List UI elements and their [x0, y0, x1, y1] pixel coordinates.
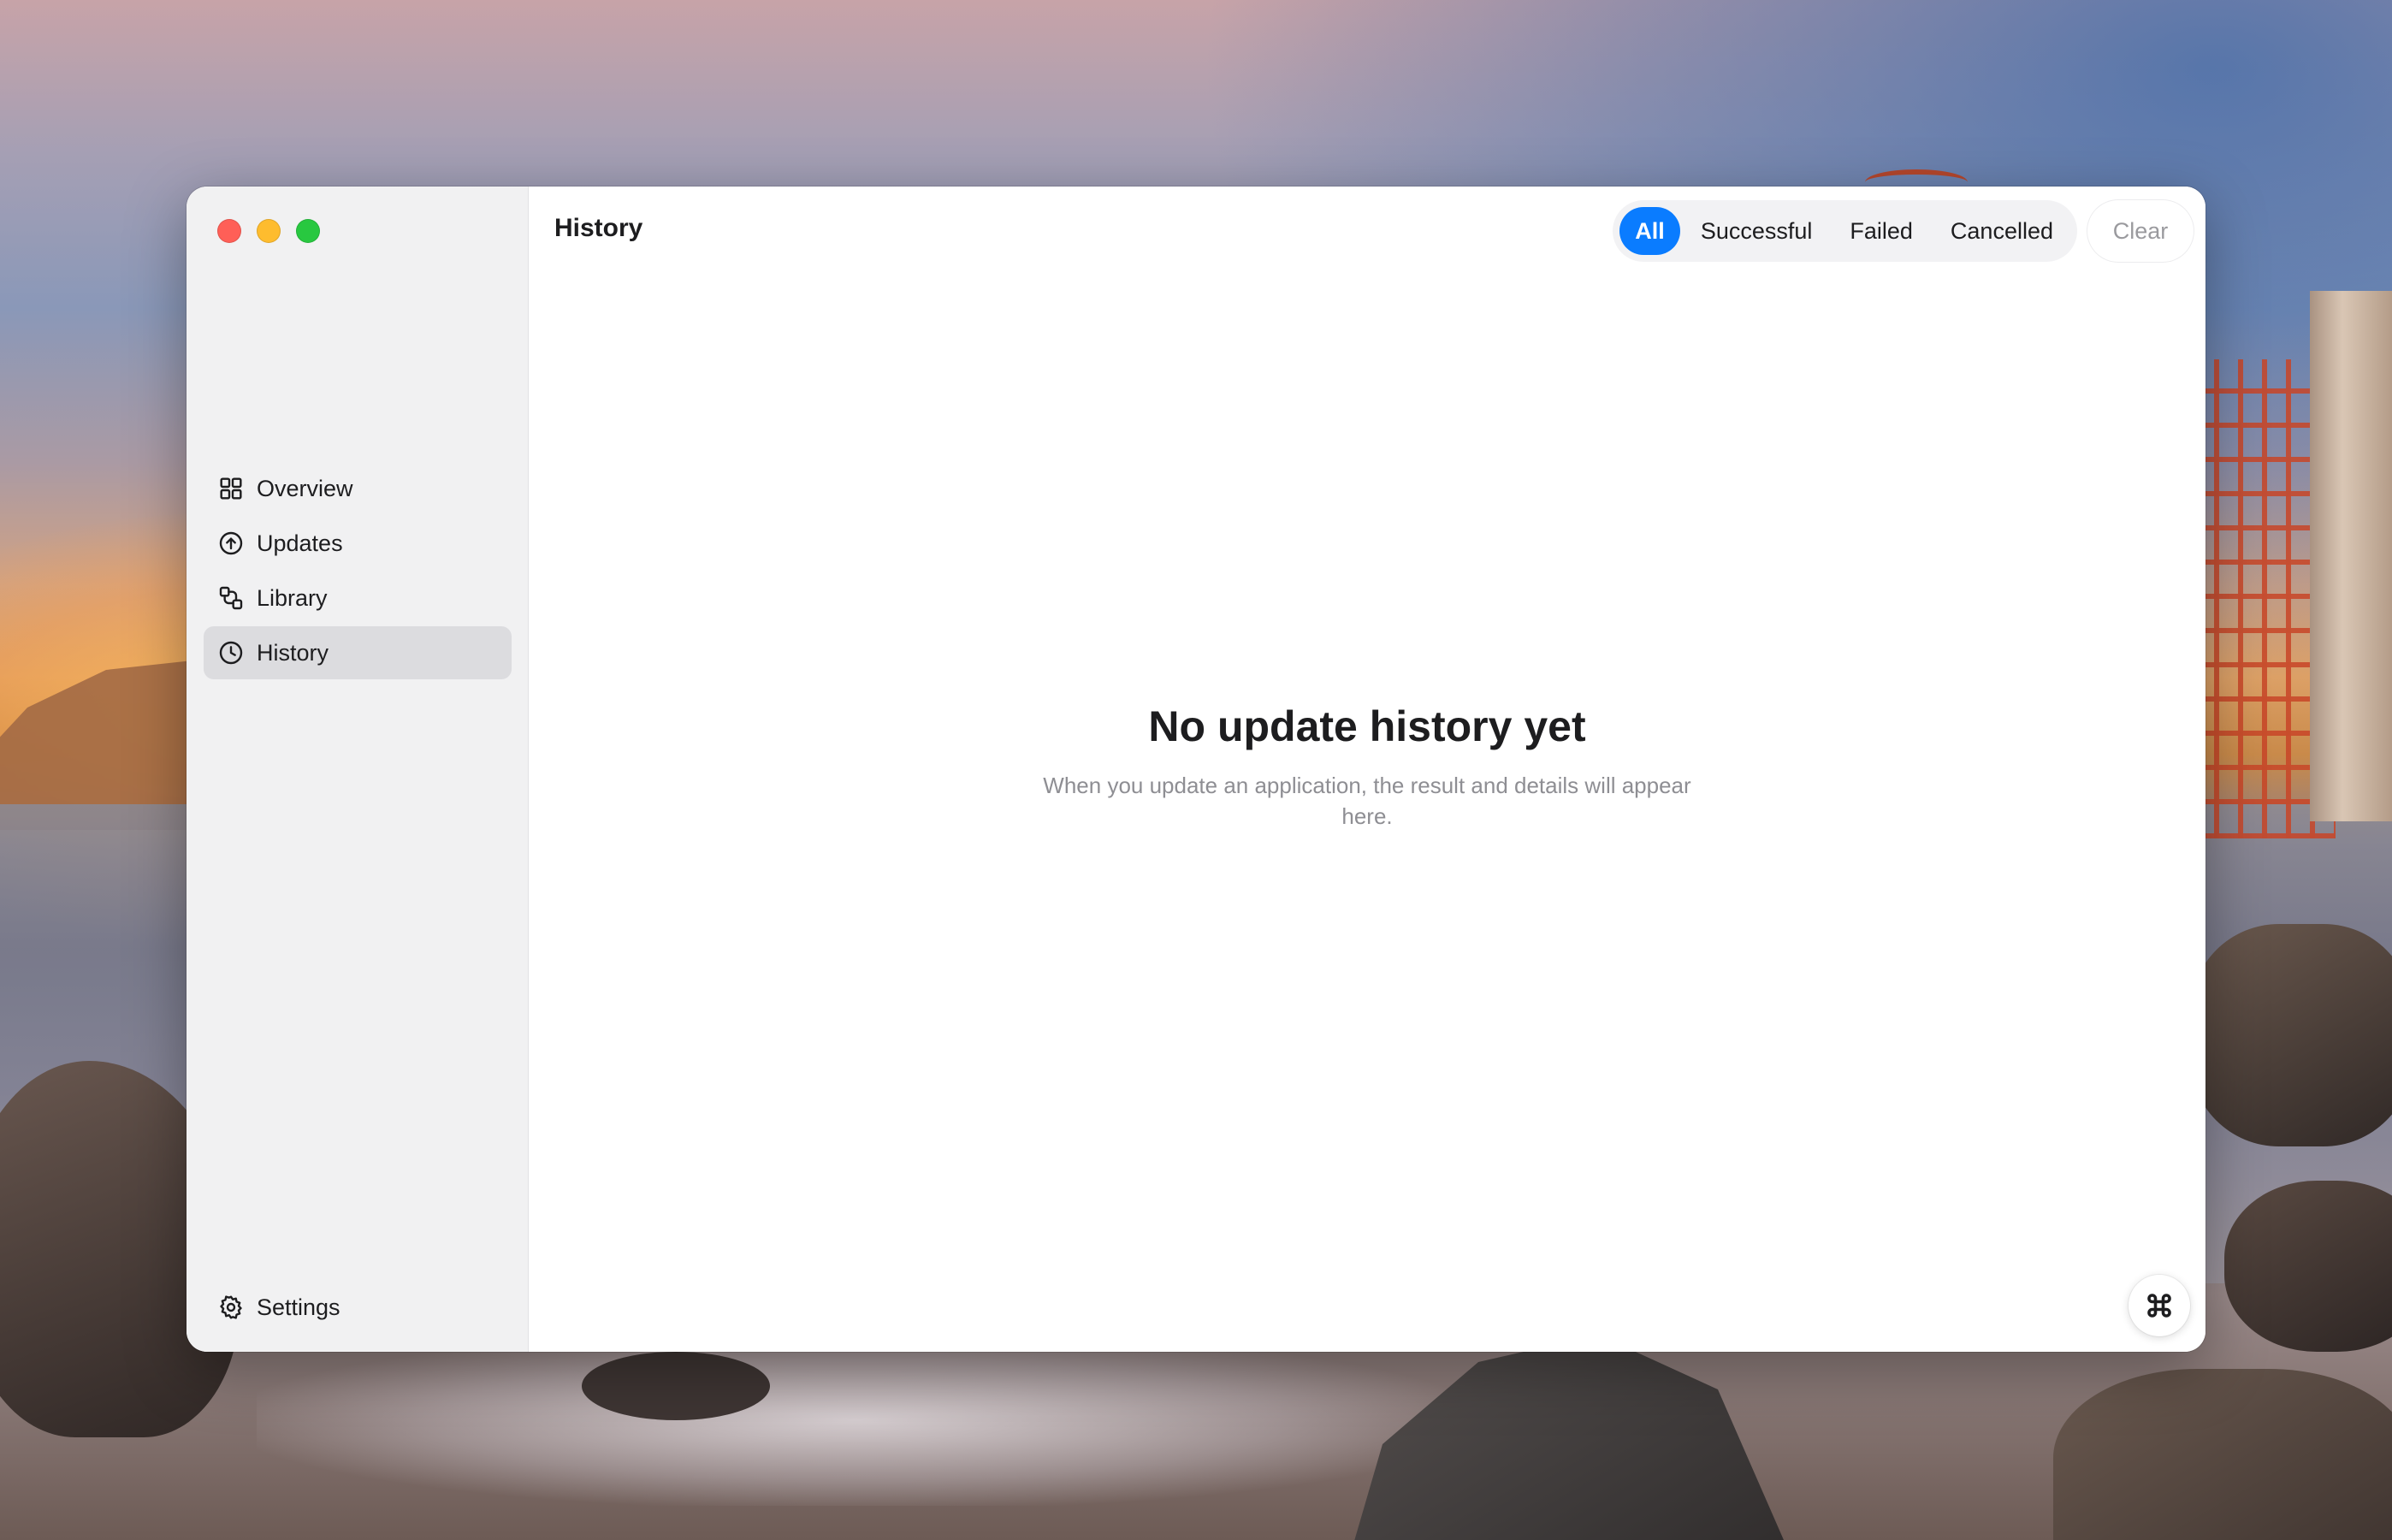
gear-icon: [217, 1294, 245, 1321]
empty-state: No update history yet When you update an…: [529, 702, 2205, 832]
clock-icon: [217, 639, 245, 666]
sidebar-item-label: Updates: [257, 530, 343, 556]
arrow-up-circle-icon: [217, 530, 245, 557]
grid-icon: [217, 475, 245, 502]
window-controls: [217, 219, 320, 243]
close-window-button[interactable]: [217, 219, 241, 243]
empty-state-subtitle: When you update an application, the resu…: [1043, 773, 1691, 829]
page-title: History: [554, 214, 643, 242]
filter-cancelled-button[interactable]: Cancelled: [1933, 207, 2070, 255]
filter-all-button[interactable]: All: [1619, 207, 1680, 255]
sidebar-item-history[interactable]: History: [204, 626, 512, 679]
sidebar-item-label: Overview: [257, 475, 353, 501]
sidebar-item-library[interactable]: Library: [204, 572, 512, 625]
clear-history-button[interactable]: Clear: [2087, 200, 2194, 262]
sidebar-item-label: Library: [257, 584, 328, 611]
library-icon: [217, 584, 245, 612]
minimize-window-button[interactable]: [257, 219, 281, 243]
filter-failed-button[interactable]: Failed: [1832, 207, 1930, 255]
zoom-window-button[interactable]: [296, 219, 320, 243]
empty-state-title: No update history yet: [1148, 702, 1586, 750]
sidebar-nav: Overview Updates Library History: [204, 462, 512, 681]
command-button[interactable]: [2129, 1275, 2190, 1336]
sidebar-item-label: History: [257, 639, 329, 666]
main-content: History All Successful Failed Cancelled …: [529, 187, 2205, 1352]
history-filter-segmented-control: All Successful Failed Cancelled: [1613, 200, 2077, 262]
filter-successful-button[interactable]: Successful: [1684, 207, 1830, 255]
sidebar-item-overview[interactable]: Overview: [204, 462, 512, 515]
settings-label: Settings: [257, 1294, 340, 1320]
sidebar-item-updates[interactable]: Updates: [204, 517, 512, 570]
sidebar-item-settings[interactable]: Settings: [204, 1282, 512, 1333]
command-icon: [2147, 1294, 2171, 1318]
sidebar: Overview Updates Library History Setting…: [187, 187, 529, 1352]
app-window: Overview Updates Library History Setting…: [187, 187, 2205, 1352]
